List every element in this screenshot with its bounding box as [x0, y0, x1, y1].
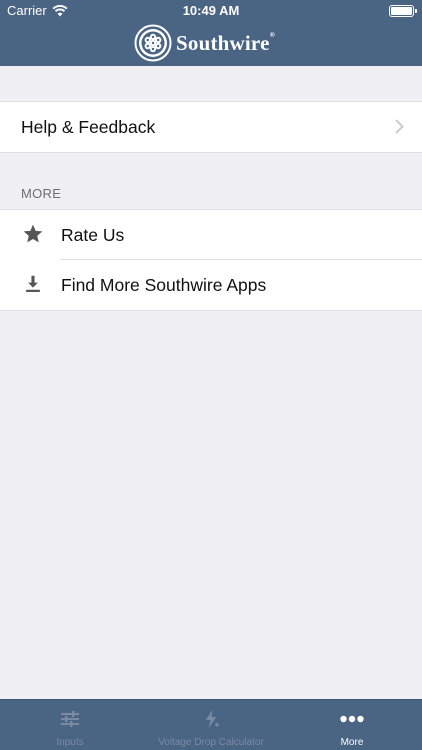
more-section-header: MORE — [21, 186, 62, 201]
battery-icon — [389, 5, 417, 17]
tab-bar: Inputs Voltage Drop Calculator More — [0, 699, 422, 750]
southwire-logo: Southwire® — [134, 24, 275, 62]
status-bar: Carrier 10:49 AM — [0, 0, 422, 22]
registered-mark: ® — [269, 30, 276, 39]
more-group: Rate Us Find More Southwire Apps — [0, 209, 422, 311]
tab-more[interactable]: More — [282, 700, 422, 750]
tab-inputs[interactable]: Inputs — [0, 700, 140, 750]
rate-us-label: Rate Us — [61, 224, 125, 245]
sliders-icon — [61, 711, 79, 727]
help-feedback-label: Help & Feedback — [21, 116, 156, 137]
tab-voltage-drop-calculator[interactable]: Voltage Drop Calculator — [140, 700, 282, 750]
tab-inputs-label: Inputs — [56, 737, 84, 748]
tab-voltage-drop-calculator-label: Voltage Drop Calculator — [158, 737, 264, 748]
download-icon — [26, 275, 40, 292]
tab-more-label: More — [340, 737, 364, 748]
app-header: Carrier 10:49 AM Southwire® — [0, 0, 422, 66]
status-time: 10:49 AM — [182, 3, 240, 18]
brand-name: Southwire® — [176, 30, 276, 55]
lightning-icon — [206, 709, 219, 729]
chevron-right-icon — [395, 119, 404, 134]
help-group: Help & Feedback — [0, 101, 422, 153]
battery-level — [391, 7, 412, 15]
find-more-apps-row[interactable]: Find More Southwire Apps — [0, 260, 422, 310]
help-feedback-row[interactable]: Help & Feedback — [0, 102, 422, 152]
find-more-apps-label: Find More Southwire Apps — [61, 274, 267, 295]
rate-us-row[interactable]: Rate Us — [0, 210, 422, 260]
southwire-logo-mark-icon — [134, 24, 172, 62]
star-icon — [23, 224, 43, 243]
more-dots-icon — [340, 715, 364, 723]
